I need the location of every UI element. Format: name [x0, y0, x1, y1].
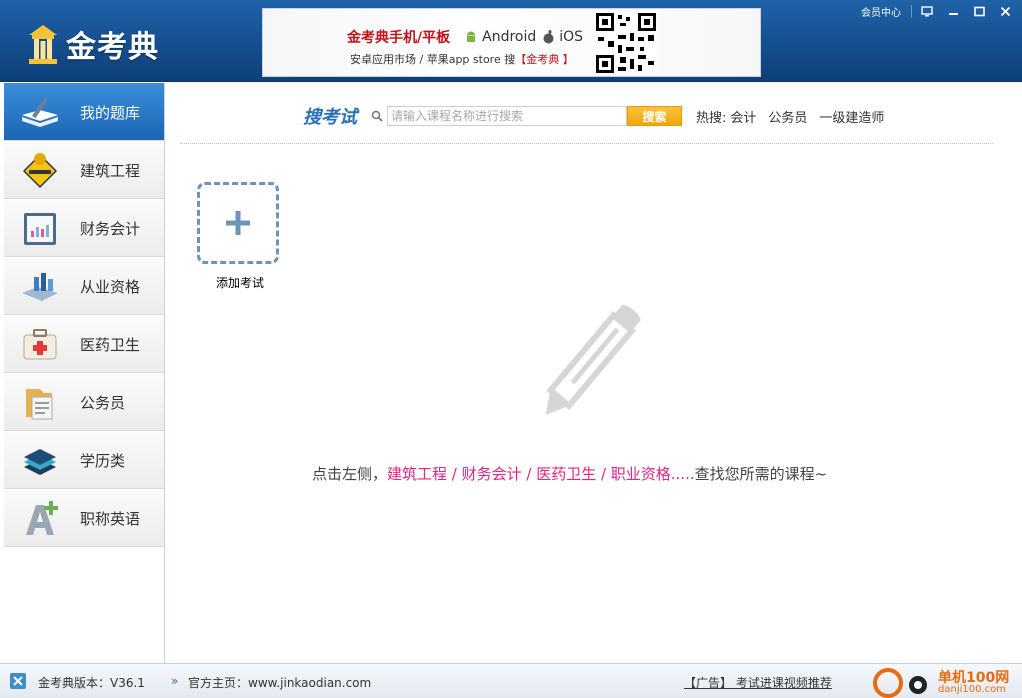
pavilion-logo-icon [29, 25, 57, 64]
divider [180, 143, 993, 144]
sidebar-item-accounting[interactable]: 财务会计 [4, 199, 164, 257]
qr-code-icon [594, 11, 658, 75]
monitor-icon [921, 6, 933, 17]
maximize-icon [973, 6, 985, 17]
close-icon [1000, 6, 1010, 17]
title-bar: 金考典 金考典手机/平板 Android iOS 安卓应用市场 / 苹果app … [0, 0, 1022, 82]
app-name: 金考典 [66, 30, 159, 65]
folder-document-icon [26, 389, 53, 420]
empty-state-hint: 点击左侧，建筑工程 / 财务会计 / 医药卫生 / 职业资格.....查找您所需… [312, 463, 827, 484]
window-controls: 会员中心 [861, 3, 1016, 20]
layers-icon [24, 449, 56, 475]
search-input[interactable] [387, 106, 627, 126]
search-title: 搜考试 [303, 107, 357, 128]
hint-prefix: 点击左侧， [312, 465, 388, 483]
add-exam-label: 添加考试 [215, 276, 264, 290]
android-label: Android [482, 29, 537, 45]
hot-search-link[interactable]: 一级建造师 [819, 107, 884, 126]
sidebar-item-label: 公务员 [80, 394, 126, 412]
app-download-banner[interactable]: 金考典手机/平板 Android iOS 安卓应用市场 / 苹果app stor… [262, 8, 761, 77]
homepage-link[interactable]: 官方主页：www.jinkaodian.com [188, 674, 371, 691]
skin-button[interactable] [916, 3, 938, 20]
minimize-icon [948, 13, 958, 15]
status-bar: 金考典版本：V36.1 » 官方主页：www.jinkaodian.com 【广… [0, 663, 1022, 698]
ios-badge: iOS [542, 29, 583, 45]
banner-subtitle: 安卓应用市场 / 苹果app store 搜【金考典 】 [350, 51, 574, 67]
sidebar-item-label: 财务会计 [80, 220, 141, 238]
sidebar-item-title-english[interactable]: 职称英语 [4, 489, 164, 547]
sidebar-item-my-question-bank[interactable]: 我的题库 [4, 83, 164, 141]
close-button[interactable] [994, 3, 1016, 20]
minimize-button[interactable] [942, 3, 964, 20]
sidebar-item-qualification[interactable]: 从业资格 [4, 257, 164, 315]
add-exam-button[interactable] [197, 182, 279, 264]
android-icon [467, 31, 476, 42]
pencil-icon [545, 304, 641, 415]
sidebar-item-label: 我的题库 [80, 104, 141, 122]
sidebar-item-label: 学历类 [80, 452, 126, 470]
sidebar-item-label: 建筑工程 [80, 162, 141, 180]
double-chevron-right-icon: » [171, 674, 179, 688]
watermark-subtext: danji100.com [938, 684, 1006, 695]
sidebar-item-label: 医药卫生 [80, 336, 141, 354]
ad-link[interactable]: 【广告】 考试进课视频推荐 [684, 674, 832, 691]
maximize-button[interactable] [968, 3, 990, 20]
medical-kit-icon [23, 329, 57, 360]
sidebar-item-civil-servant[interactable]: 公务员 [4, 373, 164, 431]
sidebar-item-medical[interactable]: 医药卫生 [4, 315, 164, 373]
app-small-icon [10, 673, 26, 689]
banner-subtitle-brand: 【金考典 】 [515, 53, 574, 66]
hot-search-link[interactable]: 会计 [730, 107, 756, 126]
book-pen-icon [22, 97, 58, 127]
apple-icon [543, 30, 554, 44]
banner-subtitle-prefix: 安卓应用市场 / 苹果app store 搜 [350, 53, 516, 66]
sidebar-item-label: 从业资格 [80, 278, 141, 296]
hint-categories: 建筑工程 / 财务会计 / 医药卫生 / 职业资格..... [387, 465, 695, 483]
ios-label: iOS [559, 29, 584, 45]
hot-search-link[interactable]: 公务员 [768, 107, 807, 126]
bar-chart-book-icon [22, 273, 58, 301]
sidebar-item-label: 职称英语 [80, 510, 141, 528]
sidebar-item-construction[interactable]: 建筑工程 [4, 141, 164, 199]
version-text: 金考典版本：V36.1 [38, 676, 145, 690]
divider [911, 5, 912, 18]
hint-suffix: 查找您所需的课程~ [694, 465, 828, 483]
hot-search-label: 热搜: [696, 110, 727, 126]
category-sidebar: 我的题库 建筑工程 财务会计 从业资格 医药卫生 公务员 学历类 职称英语 [4, 83, 165, 663]
clipboard-chart-icon [24, 213, 56, 245]
search-icon [367, 106, 387, 126]
app-logo: 金考典 [26, 22, 159, 66]
sidebar-item-education[interactable]: 学历类 [4, 431, 164, 489]
search-bar: 搜考试 搜索 热搜: 会计 公务员 一级建造师 [303, 104, 896, 128]
banner-title: 金考典手机/平板 [347, 30, 451, 46]
android-badge: Android [464, 29, 536, 45]
plus-icon [226, 211, 250, 235]
search-button[interactable]: 搜索 [627, 106, 682, 126]
letter-a-plus-icon [26, 501, 58, 535]
member-center-link[interactable]: 会员中心 [861, 4, 901, 19]
construction-sign-icon [22, 153, 58, 189]
